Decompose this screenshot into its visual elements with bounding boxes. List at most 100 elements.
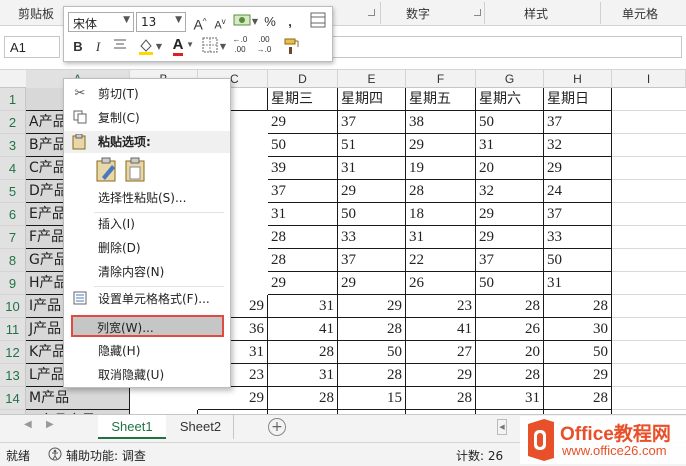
value-cell[interactable]: 29 [338, 272, 406, 295]
align-center-button[interactable] [110, 37, 130, 57]
column-header-e[interactable]: E [338, 70, 406, 88]
decrease-decimal-button[interactable]: .00 →.0 [254, 35, 274, 55]
dialog-launcher-icon[interactable] [474, 9, 481, 16]
value-cell[interactable]: 50 [268, 134, 338, 157]
value-cell[interactable]: 28 [268, 341, 338, 364]
add-sheet-icon[interactable]: + [268, 418, 286, 436]
row-header[interactable]: 2 [0, 111, 26, 134]
value-cell[interactable]: 31 [544, 272, 612, 295]
column-title-cell[interactable]: 星期日 [544, 88, 612, 111]
value-cell[interactable]: 29 [338, 295, 406, 318]
decrease-font-button[interactable]: Av [210, 12, 230, 32]
bold-button[interactable]: B [68, 37, 88, 57]
format-painter-button[interactable] [282, 37, 302, 57]
increase-decimal-button[interactable]: ←.0 .00 [230, 35, 250, 55]
font-name-combo[interactable]: 宋体 ▼ [68, 12, 134, 32]
value-cell[interactable]: 31 [476, 387, 544, 410]
row-header[interactable]: 7 [0, 226, 26, 249]
accessibility-status[interactable]: 辅助功能: 调查 [66, 447, 146, 464]
value-cell[interactable]: 15 [338, 387, 406, 410]
value-cell[interactable]: 28 [476, 364, 544, 387]
value-cell[interactable]: 37 [338, 111, 406, 134]
value-cell[interactable]: 19 [406, 157, 476, 180]
value-cell[interactable]: 28 [268, 249, 338, 272]
value-cell[interactable]: 31 [338, 157, 406, 180]
scroll-left-icon[interactable]: ◀ [24, 419, 32, 430]
row-header[interactable]: 3 [0, 134, 26, 157]
hscroll-left-icon[interactable]: ◀ [497, 419, 507, 435]
value-cell[interactable]: 39 [268, 157, 338, 180]
menu-item-paste-special[interactable]: 选择性粘贴(S)... [64, 187, 230, 209]
value-cell[interactable]: 26 [406, 272, 476, 295]
value-cell[interactable]: 41 [406, 318, 476, 341]
row-header[interactable]: 6 [0, 203, 26, 226]
column-title-cell[interactable]: 星期四 [338, 88, 406, 111]
value-cell[interactable]: 37 [476, 249, 544, 272]
value-cell[interactable]: 22 [406, 249, 476, 272]
row-header[interactable]: 4 [0, 157, 26, 180]
scroll-right-icon[interactable]: ▶ [46, 419, 54, 430]
menu-item-hide[interactable]: 隐藏(H) [64, 340, 230, 362]
column-header-d[interactable]: D [268, 70, 338, 88]
formula-input[interactable] [330, 36, 682, 58]
column-title-cell[interactable]: 星期六 [476, 88, 544, 111]
value-cell[interactable]: 29 [268, 272, 338, 295]
value-cell[interactable]: 18 [406, 203, 476, 226]
font-color-button[interactable]: A ▼ [168, 35, 194, 56]
row-header[interactable]: 12 [0, 341, 26, 364]
comma-button[interactable]: , [280, 12, 300, 32]
value-cell[interactable]: 29 [268, 111, 338, 134]
sheet-tab-sheet1[interactable]: Sheet1 [98, 415, 166, 439]
paste-option-button[interactable] [94, 157, 120, 186]
value-cell[interactable]: 50 [338, 203, 406, 226]
value-cell[interactable]: 32 [476, 180, 544, 203]
value-cell[interactable]: 33 [338, 226, 406, 249]
fill-color-button[interactable]: ▼ [136, 37, 162, 57]
value-cell[interactable]: 27 [406, 341, 476, 364]
value-cell[interactable]: 28 [476, 295, 544, 318]
value-cell[interactable]: 29 [544, 157, 612, 180]
sheet-tab-sheet2[interactable]: Sheet2 [168, 415, 234, 439]
value-cell[interactable]: 37 [544, 203, 612, 226]
value-cell[interactable]: 28 [544, 295, 612, 318]
column-header-f[interactable]: F [406, 70, 476, 88]
row-header[interactable]: 5 [0, 180, 26, 203]
column-title-cell[interactable]: 星期三 [268, 88, 338, 111]
row-header[interactable]: 11 [0, 318, 26, 341]
column-header-i[interactable]: I [612, 70, 686, 88]
number-format-button[interactable]: ▼ [232, 12, 258, 32]
value-cell[interactable]: 31 [268, 203, 338, 226]
column-header-g[interactable]: G [476, 70, 544, 88]
menu-item-delete[interactable]: 删除(D) [64, 237, 230, 259]
row-header[interactable]: 13 [0, 364, 26, 387]
value-cell[interactable]: 28 [268, 226, 338, 249]
row-header[interactable]: 8 [0, 249, 26, 272]
row-header[interactable]: 14 [0, 387, 26, 410]
value-cell[interactable]: 20 [476, 157, 544, 180]
dialog-launcher-icon[interactable] [368, 9, 375, 16]
value-cell[interactable]: 50 [476, 111, 544, 134]
product-name-cell[interactable]: M产品 [26, 387, 130, 410]
column-header-h[interactable]: H [544, 70, 612, 88]
value-cell[interactable]: 20 [476, 341, 544, 364]
value-cell[interactable]: 29 [198, 387, 268, 410]
value-cell[interactable]: 24 [544, 180, 612, 203]
value-cell[interactable]: 29 [544, 364, 612, 387]
column-title-cell[interactable]: 星期五 [406, 88, 476, 111]
value-cell[interactable]: 50 [338, 341, 406, 364]
merge-cells-button[interactable] [308, 12, 328, 32]
menu-item-clear-contents[interactable]: 清除内容(N) [64, 261, 230, 283]
value-cell[interactable]: 31 [406, 226, 476, 249]
value-cell[interactable]: 31 [476, 134, 544, 157]
paste-option-button[interactable] [124, 157, 146, 186]
menu-item-cut[interactable]: ✂ 剪切(T) [64, 83, 230, 105]
row-header[interactable]: 1 [0, 88, 26, 111]
value-cell[interactable]: 37 [338, 249, 406, 272]
value-cell[interactable]: 38 [406, 111, 476, 134]
italic-button[interactable]: I [88, 37, 108, 57]
value-cell[interactable]: 29 [476, 226, 544, 249]
value-cell[interactable]: 28 [338, 364, 406, 387]
value-cell[interactable]: 23 [406, 295, 476, 318]
increase-font-button[interactable]: A^ [190, 12, 210, 33]
value-cell[interactable]: 28 [338, 318, 406, 341]
